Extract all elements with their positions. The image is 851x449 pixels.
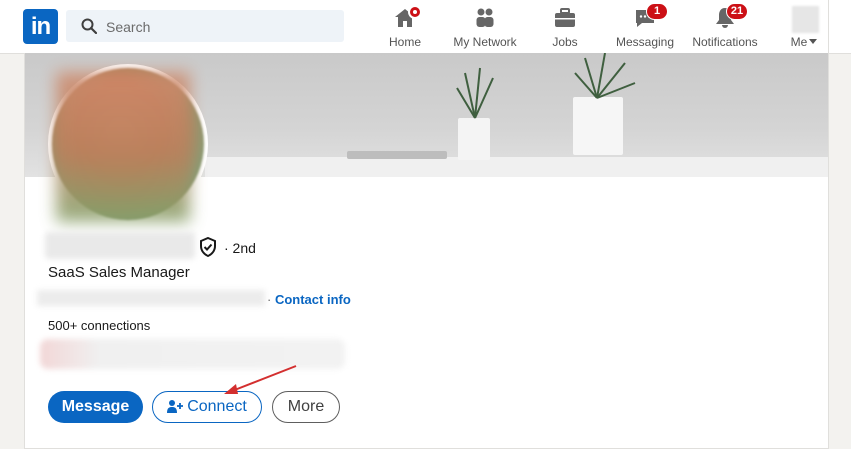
more-button[interactable]: More [272,391,340,423]
contact-info-link[interactable]: Contact info [275,292,351,307]
nav-jobs[interactable]: Jobs [551,4,579,50]
banner-desk [205,157,828,177]
network-icon [473,6,497,30]
connections-count[interactable]: 500+ connections [48,318,150,333]
add-person-icon [167,400,184,413]
notifications-icon: 21 [713,3,748,30]
notifications-badge: 21 [726,3,748,20]
nav-notifications[interactable]: 21 Notifications [690,3,760,50]
message-button[interactable]: Message [48,391,143,423]
home-icon [393,5,422,30]
banner-laptop [347,151,447,159]
banner-plants [456,53,636,119]
location-redacted [37,290,265,306]
top-nav: in Home My Network [0,0,851,54]
contact-info-wrapper: · Contact info [267,292,351,307]
verified-shield-icon [200,237,216,257]
nav-home-label: Home [388,35,421,49]
nav-home[interactable]: Home [387,4,423,50]
profile-avatar[interactable] [48,64,208,224]
nav-me[interactable]: Me [786,4,822,50]
nav-messaging[interactable]: 1 Messaging [615,3,675,50]
chevron-down-icon [809,39,818,44]
connect-button[interactable]: Connect [152,391,262,423]
profile-headline: SaaS Sales Manager [48,264,190,281]
nav-my-network-label: My Network [453,35,517,49]
nav-my-network[interactable]: My Network [451,4,519,50]
nav-me-text: Me [790,35,808,49]
search-icon [81,18,97,34]
search-input[interactable] [104,10,338,44]
mutual-connections-redacted [40,339,345,369]
messaging-badge: 1 [646,3,668,20]
linkedin-logo[interactable]: in [23,9,58,44]
search-bar[interactable] [66,10,344,44]
nav-me-label: Me [786,35,822,49]
connection-degree: · 2nd [224,240,256,256]
profile-photo-blur [56,72,190,222]
nav-divider [828,0,829,53]
nav-notifications-label: Notifications [692,35,758,49]
messaging-icon: 1 [633,3,668,30]
profile-name-redacted [45,232,195,259]
jobs-icon [553,6,577,30]
connect-button-label: Connect [187,398,247,415]
home-notification-dot [408,5,422,19]
nav-jobs-label: Jobs [552,35,578,49]
profile-card: · 2nd SaaS Sales Manager · Contact info … [24,53,829,449]
nav-messaging-label: Messaging [615,35,675,49]
